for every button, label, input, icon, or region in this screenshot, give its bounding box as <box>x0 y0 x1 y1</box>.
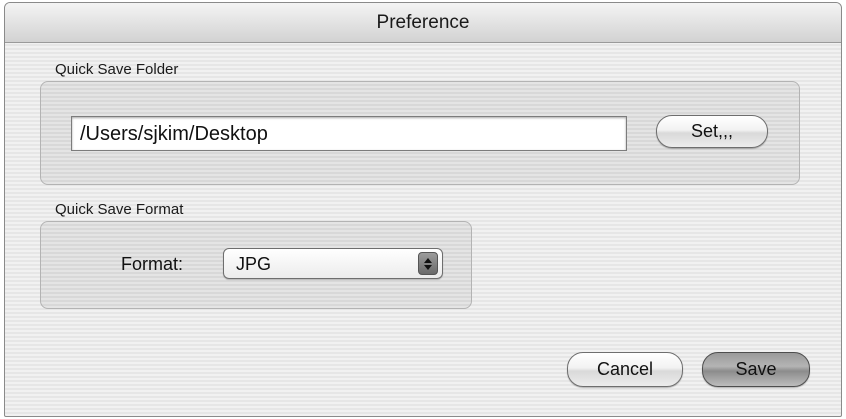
save-button[interactable]: Save <box>702 352 810 387</box>
quick-save-folder-label: Quick Save Folder <box>55 61 179 78</box>
dialog-title: Preference <box>376 11 470 33</box>
preference-dialog: Preference Quick Save Folder /Users/sjki… <box>4 2 842 417</box>
title-bar[interactable]: Preference <box>5 3 841 43</box>
quick-save-format-label: Quick Save Format <box>55 201 184 218</box>
set-folder-button[interactable]: Set,,, <box>656 115 768 148</box>
cancel-button[interactable]: Cancel <box>567 352 683 387</box>
format-select[interactable]: JPG <box>223 248 443 279</box>
save-button-label: Save <box>735 359 777 379</box>
format-select-value: JPG <box>236 254 272 274</box>
up-down-arrows-icon <box>418 252 438 275</box>
set-folder-button-label: Set,,, <box>690 121 734 141</box>
quick-save-path-field[interactable]: /Users/sjkim/Desktop <box>71 116 627 151</box>
cancel-button-label: Cancel <box>596 359 654 379</box>
format-label: Format: <box>121 254 184 274</box>
